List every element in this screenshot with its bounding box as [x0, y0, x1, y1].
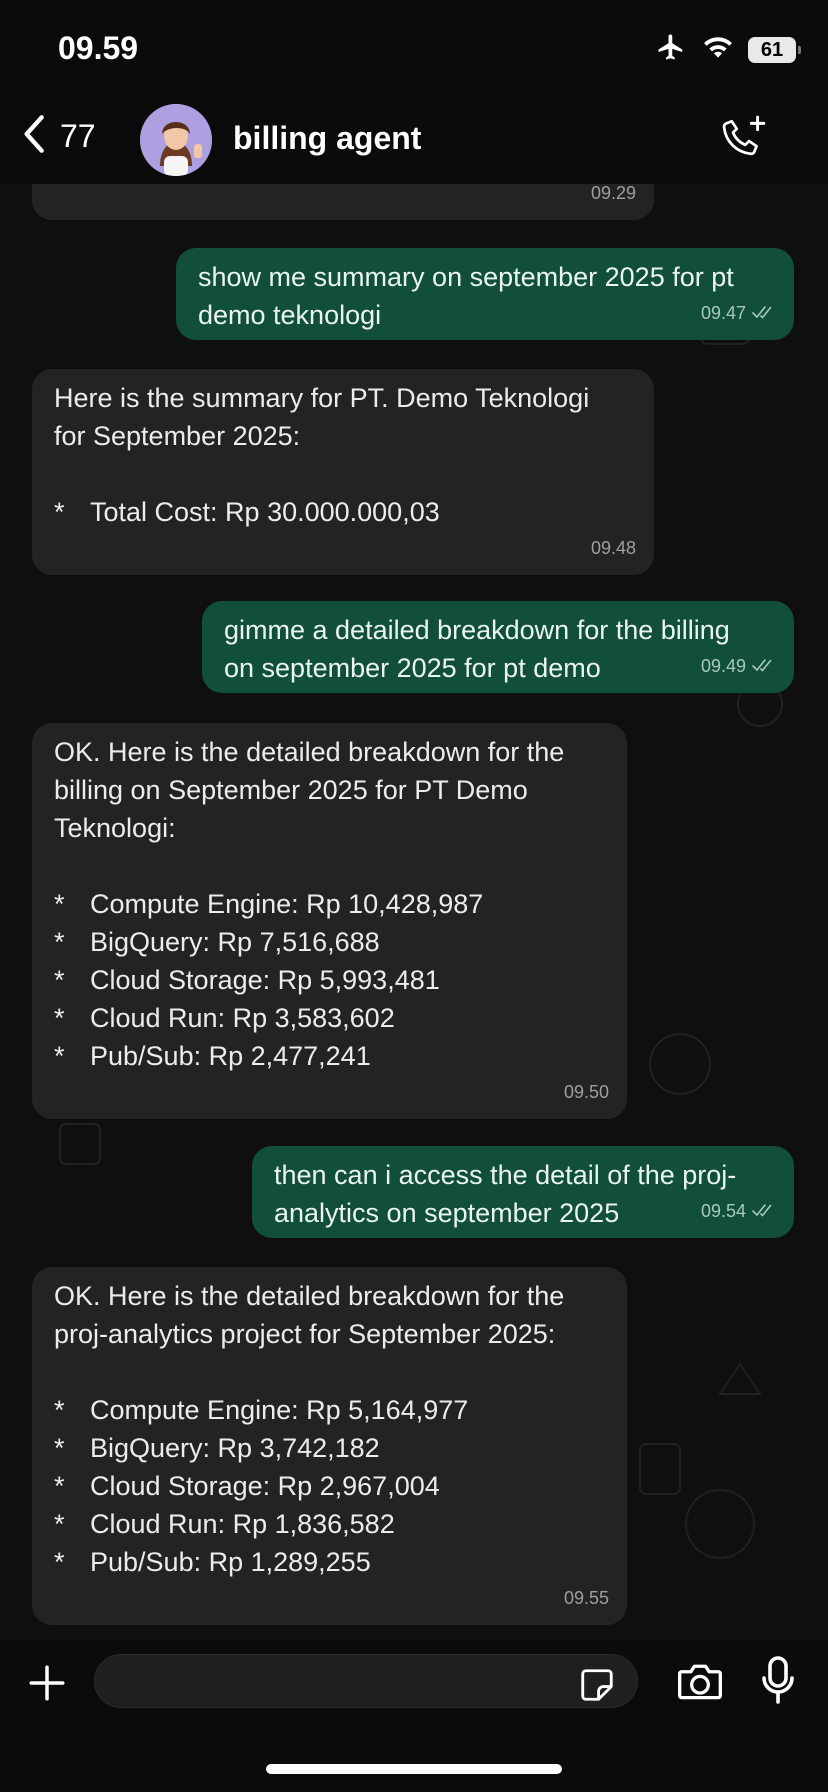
chat-header: 77 billing agent: [0, 100, 828, 184]
outgoing-message[interactable]: show me summary on september 2025 for pt…: [176, 248, 794, 340]
message-line: demo teknologi: [198, 300, 382, 330]
add-call-button[interactable]: [718, 114, 768, 169]
message-line: on september 2025 for pt demo: [224, 653, 601, 683]
message-input[interactable]: [94, 1654, 638, 1708]
incoming-message[interactable]: 09.29: [32, 184, 654, 220]
home-indicator[interactable]: [266, 1764, 562, 1774]
message-line: * BigQuery: Rp 3,742,182: [54, 1433, 380, 1463]
message-line: * Compute Engine: Rp 10,428,987: [54, 889, 484, 919]
status-icons: 61: [654, 32, 801, 67]
double-check-icon: [752, 294, 776, 332]
message-line: [54, 1353, 605, 1391]
microphone-icon: [760, 1656, 796, 1708]
message-time: 09.54: [701, 1192, 776, 1230]
message-time: 09.29: [591, 184, 636, 212]
outgoing-message[interactable]: then can i access the detail of the proj…: [252, 1146, 794, 1238]
microphone-button[interactable]: [760, 1656, 796, 1709]
message-time-text: 09.50: [563, 1082, 609, 1102]
message-line: * Pub/Sub: Rp 2,477,241: [54, 1041, 371, 1071]
message-line: OK. Here is the detailed breakdown for t…: [54, 1281, 565, 1311]
message-line: Here is the summary for PT. Demo Teknolo…: [54, 383, 590, 413]
message-line: [54, 847, 605, 885]
sticker-button[interactable]: [578, 1666, 616, 1709]
status-time: 09.59: [58, 30, 139, 66]
message-line: [54, 455, 632, 493]
message-time-text: 09.49: [700, 656, 746, 676]
unread-count: 77: [60, 118, 96, 154]
message-line: show me summary on september 2025 for pt: [198, 262, 734, 292]
contact-name[interactable]: billing agent: [233, 120, 421, 157]
add-call-icon: [718, 115, 768, 168]
message-line: * Compute Engine: Rp 5,164,977: [54, 1395, 469, 1425]
plus-icon: [26, 1665, 68, 1708]
message-time-text: 09.47: [700, 303, 746, 323]
message-time: 09.47: [701, 294, 776, 332]
message-line: billing on September 2025 for PT Demo: [54, 775, 528, 805]
message-line: * Cloud Run: Rp 3,583,602: [54, 1003, 395, 1033]
double-check-icon: [752, 1192, 776, 1230]
message-line: analytics on september 2025: [274, 1198, 620, 1228]
message-line: then can i access the detail of the proj…: [274, 1160, 737, 1190]
double-check-icon: [752, 647, 776, 685]
message-time: 09.55: [564, 1579, 609, 1617]
message-line: * Pub/Sub: Rp 1,289,255: [54, 1547, 371, 1577]
sticker-icon: [578, 1669, 616, 1708]
message-time: 09.48: [591, 529, 636, 567]
back-button[interactable]: 77: [22, 114, 96, 159]
message-line: * Cloud Run: Rp 1,836,582: [54, 1509, 395, 1539]
incoming-message[interactable]: OK. Here is the detailed breakdown for t…: [32, 723, 627, 1119]
message-time: 09.50: [564, 1073, 609, 1111]
camera-icon: [676, 1664, 724, 1706]
message-time: 09.49: [701, 647, 776, 685]
status-bar: 09.59 61: [0, 0, 828, 100]
attach-button[interactable]: [26, 1662, 68, 1709]
message-time-text: 09.55: [563, 1588, 609, 1608]
message-line: OK. Here is the detailed breakdown for t…: [54, 737, 565, 767]
message-line: * Cloud Storage: Rp 5,993,481: [54, 965, 440, 995]
outgoing-message[interactable]: gimme a detailed breakdown for the billi…: [202, 601, 794, 693]
camera-button[interactable]: [676, 1660, 724, 1707]
message-time-text: 09.48: [590, 538, 636, 558]
incoming-message[interactable]: Here is the summary for PT. Demo Teknolo…: [32, 369, 654, 575]
message-line: gimme a detailed breakdown for the billi…: [224, 615, 730, 645]
wifi-icon: [702, 33, 734, 66]
airplane-icon: [654, 32, 688, 67]
avatar[interactable]: [140, 104, 212, 176]
message-time-text: 09.29: [590, 184, 636, 203]
message-line: proj-analytics project for September 202…: [54, 1319, 556, 1349]
message-time-text: 09.54: [700, 1201, 746, 1221]
message-line: Teknologi:: [54, 813, 176, 843]
chat-area[interactable]: 09.29 show me summary on september 2025 f…: [0, 184, 828, 1644]
message-line: * Total Cost: Rp 30.000.000,03: [54, 497, 440, 527]
battery-icon: 61: [748, 36, 801, 63]
message-line: * BigQuery: Rp 7,516,688: [54, 927, 380, 957]
message-line: * Cloud Storage: Rp 2,967,004: [54, 1471, 440, 1501]
incoming-message[interactable]: OK. Here is the detailed breakdown for t…: [32, 1267, 627, 1625]
message-line: for September 2025:: [54, 421, 301, 451]
chevron-left-icon: [22, 114, 48, 159]
